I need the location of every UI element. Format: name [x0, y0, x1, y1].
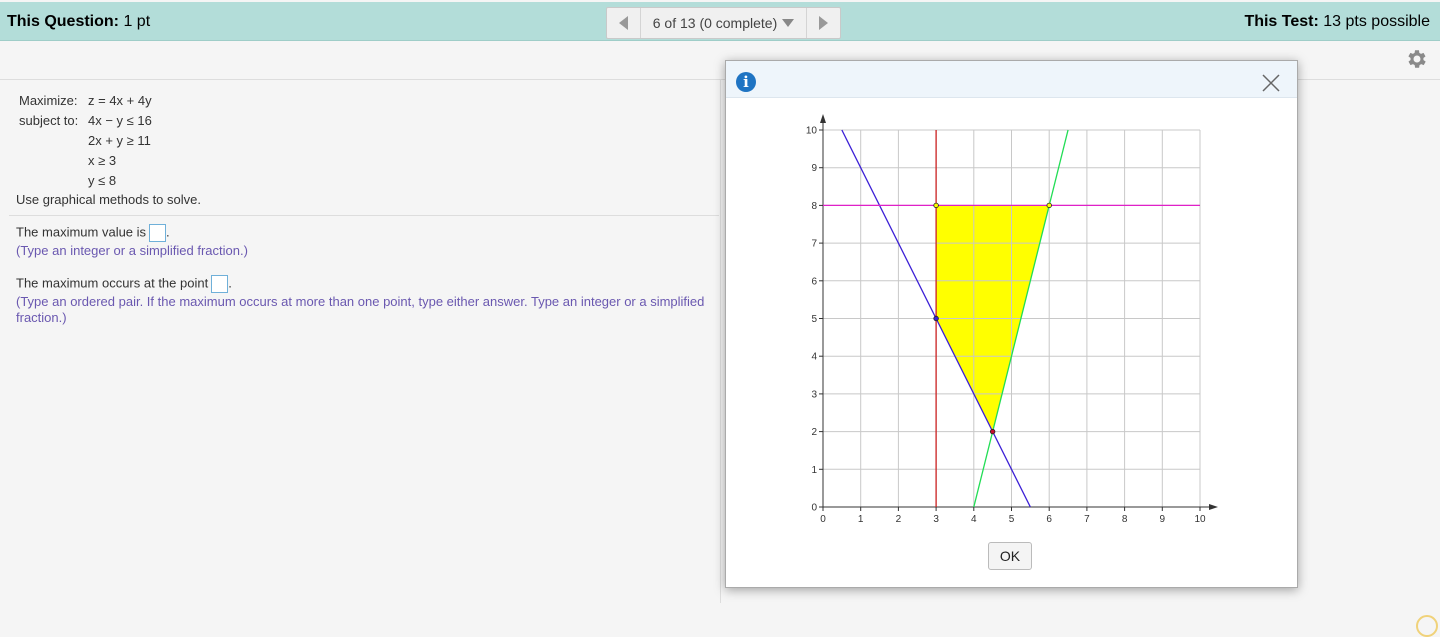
subject-to-label: subject to:: [19, 113, 79, 128]
question-points: This Question: 1 pt: [7, 13, 150, 31]
chevron-left-icon: [619, 16, 628, 30]
max-value-prompt: The maximum value is: [16, 224, 147, 240]
test-points-value: 13 pts possible: [1323, 13, 1430, 30]
x-tick-label: 9: [1160, 514, 1166, 525]
constraint-2: 2x + y ≥ 11: [88, 133, 151, 148]
x-tick-label: 1: [858, 514, 864, 525]
question-points-value: 1 pt: [123, 13, 151, 30]
y-tick-label: 10: [806, 126, 818, 137]
x-tick-label: 5: [1009, 514, 1015, 525]
x-tick-label: 3: [933, 514, 939, 525]
corner-point: [1046, 202, 1052, 209]
question-selector-dropdown[interactable]: 6 of 13 (0 complete): [641, 8, 806, 38]
constraint-3: x ≥ 3: [88, 153, 117, 168]
instruction-text: Use graphical methods to solve.: [16, 192, 201, 207]
header-bar: This Question: 1 pt 6 of 13 (0 complete)…: [0, 2, 1440, 41]
previous-question-button[interactable]: [607, 8, 641, 38]
y-tick-label: 3: [811, 389, 817, 400]
y-tick-label: 6: [811, 276, 817, 287]
column-divider: [720, 80, 721, 603]
y-tick-label: 8: [811, 201, 817, 212]
max-value-answer-box[interactable]: [149, 224, 167, 242]
y-tick-label: 7: [811, 239, 817, 250]
x-tick-label: 8: [1122, 514, 1128, 525]
y-tick-label: 5: [811, 314, 817, 325]
close-icon[interactable]: [1262, 74, 1280, 92]
max-point-hint: (Type an ordered pair. If the maximum oc…: [16, 294, 705, 325]
chevron-right-icon: [819, 16, 828, 30]
dialog-header: i: [726, 61, 1297, 98]
objective-function: z = 4x + 4y: [88, 93, 152, 108]
question-points-label: This Question:: [7, 13, 119, 30]
max-point-prompt: The maximum occurs at the point: [16, 275, 209, 291]
question-max-value: The maximum value is.: [16, 224, 170, 242]
maximize-label: Maximize:: [19, 93, 78, 108]
graph-dialog: i 0 1 2 3 4 5 6 7 8 9 10 0 1 2 3 4 5 6 7 8 9 10 OK: [725, 60, 1298, 588]
question-position-text: 6 of 13 (0 complete): [652, 15, 778, 31]
y-tick-label: 9: [811, 163, 817, 174]
question-navigator: 6 of 13 (0 complete): [606, 7, 841, 39]
x-axis-arrow: [1209, 504, 1218, 510]
y-tick-label: 2: [811, 427, 817, 438]
chevron-down-icon: [782, 19, 795, 27]
y-tick-label: 0: [811, 503, 817, 514]
x-tick-label: 2: [896, 514, 902, 525]
test-points: This Test: 13 pts possible: [1244, 13, 1430, 31]
question-max-point: The maximum occurs at the point.: [16, 275, 232, 293]
corner-point: [933, 202, 939, 209]
y-tick-label: 1: [811, 465, 817, 476]
max-point-answer-box[interactable]: [211, 275, 229, 293]
test-points-label: This Test:: [1244, 13, 1319, 30]
x-tick-label: 4: [971, 514, 977, 525]
info-icon: i: [736, 72, 756, 92]
max-value-hint: (Type an integer or a simplified fractio…: [16, 243, 248, 258]
x-tick-label: 6: [1046, 514, 1052, 525]
next-question-button[interactable]: [806, 8, 840, 38]
constraint-1: 4x − y ≤ 16: [88, 113, 152, 128]
feasible-region-graph: 0 1 2 3 4 5 6 7 8 9 10 0 1 2 3 4 5 6 7 8 9 10: [806, 114, 1218, 525]
x-tick-label: 10: [1194, 514, 1206, 525]
ok-button[interactable]: OK: [988, 542, 1032, 570]
x-tick-label: 0: [820, 514, 826, 525]
corner-point: [989, 428, 996, 435]
problem-divider: [9, 215, 719, 216]
x-tick-label: 7: [1084, 514, 1090, 525]
constraint-4: y ≤ 8: [88, 173, 117, 188]
y-tick-label: 4: [811, 352, 817, 363]
y-axis-arrow: [820, 114, 826, 123]
corner-point: [933, 315, 939, 322]
gear-icon[interactable]: [1405, 47, 1429, 71]
status-indicator: [1416, 615, 1438, 637]
